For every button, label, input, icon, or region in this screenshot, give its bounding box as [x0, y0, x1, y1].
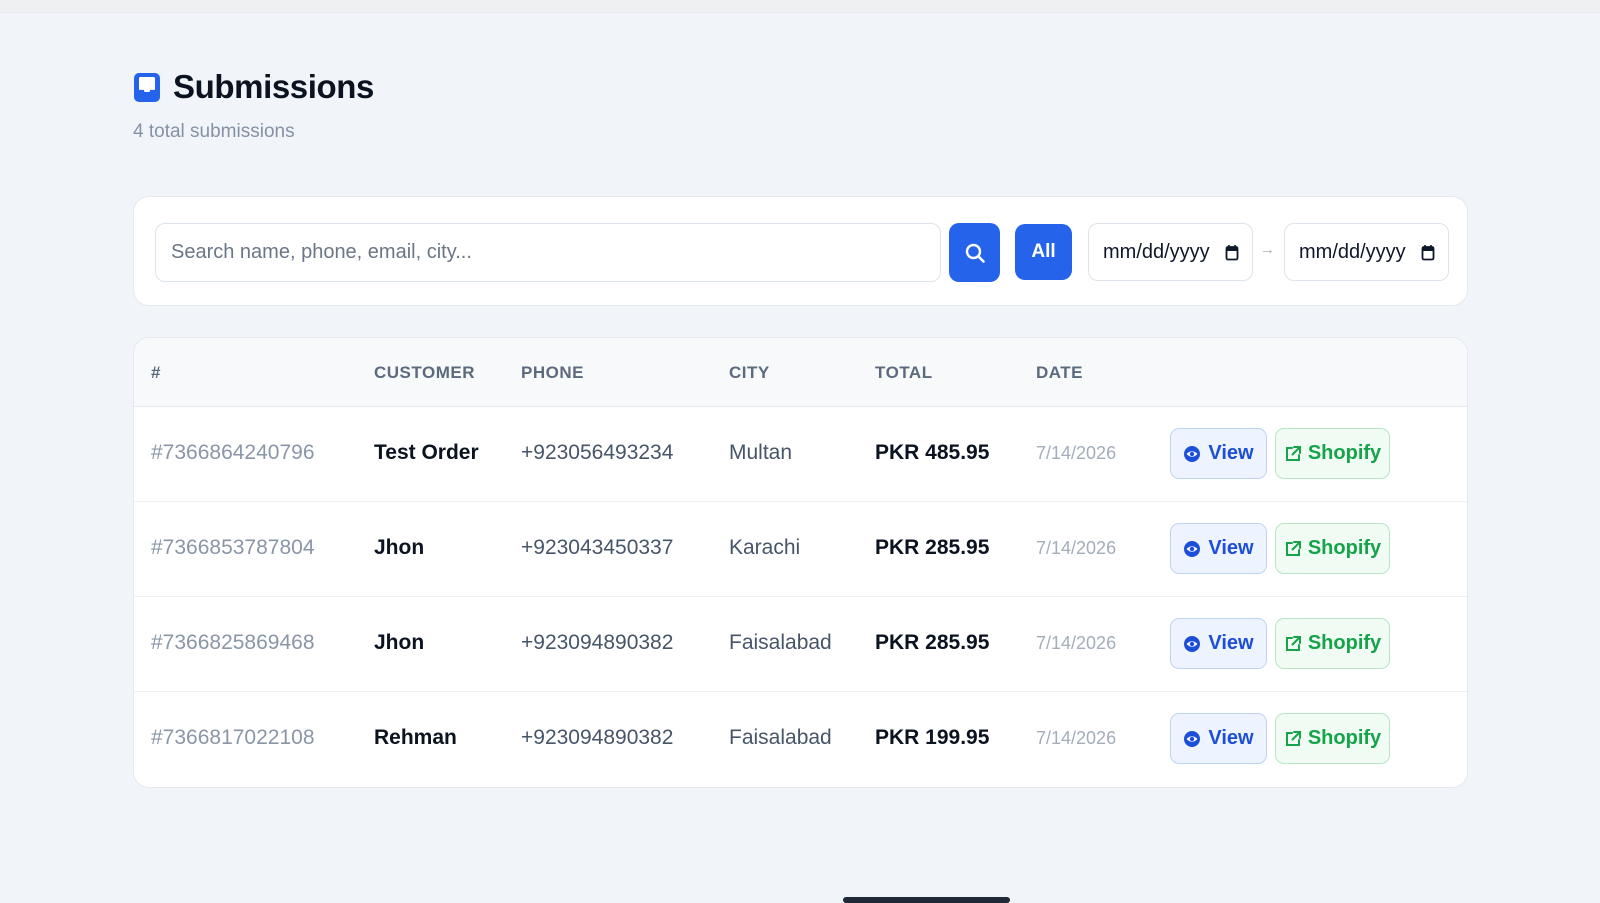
shopify-button[interactable]: Shopify — [1275, 713, 1390, 764]
order-date: 7/14/2026 — [1036, 538, 1117, 558]
view-button[interactable]: View — [1170, 428, 1267, 479]
table-row: #7366817022108 Rehman +923094890382 Fais… — [134, 692, 1467, 787]
phone-number: +923094890382 — [521, 631, 674, 654]
view-label: View — [1208, 727, 1254, 749]
submissions-table: # CUSTOMER PHONE CITY TOTAL DATE #736686… — [133, 337, 1468, 788]
order-total: PKR 485.95 — [875, 441, 990, 464]
search-icon — [965, 243, 985, 263]
external-link-icon — [1285, 730, 1301, 746]
shopify-label: Shopify — [1307, 442, 1382, 464]
date-range-separator: → — [1260, 241, 1275, 258]
view-label: View — [1208, 442, 1254, 464]
order-date: 7/14/2026 — [1036, 443, 1117, 463]
city: Faisalabad — [729, 726, 832, 749]
eye-icon — [1184, 730, 1201, 747]
view-label: View — [1208, 632, 1254, 654]
column-header-date: DATE — [1036, 363, 1084, 382]
search-input[interactable] — [155, 223, 941, 282]
eye-icon — [1184, 635, 1201, 652]
table-row: #7366853787804 Jhon +923043450337 Karach… — [134, 502, 1467, 597]
order-total: PKR 285.95 — [875, 536, 990, 559]
order-id[interactable]: #7366825869468 — [151, 631, 315, 655]
submissions-page: Submissions 4 total submissions All mm/d… — [133, 66, 1468, 788]
city: Karachi — [729, 536, 801, 559]
top-strip — [0, 0, 1600, 13]
table-row: #7366864240796 Test Order +923056493234 … — [134, 407, 1467, 502]
order-date: 7/14/2026 — [1036, 728, 1117, 748]
date-from-value: mm/dd/yyyy — [1103, 240, 1210, 263]
external-link-icon — [1285, 445, 1301, 461]
view-button[interactable]: View — [1170, 618, 1267, 669]
customer-name: Rehman — [374, 726, 457, 749]
column-header-total: TOTAL — [875, 363, 933, 382]
order-id[interactable]: #7366853787804 — [151, 536, 315, 560]
external-link-icon — [1285, 635, 1301, 651]
order-date: 7/14/2026 — [1036, 633, 1117, 653]
shopify-button[interactable]: Shopify — [1275, 428, 1390, 479]
phone-number: +923094890382 — [521, 726, 674, 749]
date-from-input[interactable]: mm/dd/yyyy — [1088, 223, 1253, 281]
order-total: PKR 199.95 — [875, 726, 990, 749]
page-header: Submissions — [133, 66, 1468, 108]
view-button[interactable]: View — [1170, 713, 1267, 764]
filter-bar: All mm/dd/yyyy → mm/dd/yyyy — [133, 196, 1468, 306]
external-link-icon — [1285, 540, 1301, 556]
order-id[interactable]: #7366864240796 — [151, 441, 315, 465]
shopify-button[interactable]: Shopify — [1275, 618, 1390, 669]
inbox-icon — [133, 70, 161, 104]
customer-name: Test Order — [374, 441, 479, 464]
filter-all-button[interactable]: All — [1015, 224, 1072, 280]
shopify-label: Shopify — [1307, 632, 1382, 654]
date-to-value: mm/dd/yyyy — [1299, 240, 1406, 263]
customer-name: Jhon — [374, 536, 425, 559]
phone-number: +923043450337 — [521, 536, 674, 559]
submission-count: 4 total submissions — [133, 121, 295, 142]
city: Faisalabad — [729, 631, 832, 654]
view-button[interactable]: View — [1170, 523, 1267, 574]
date-to-input[interactable]: mm/dd/yyyy — [1284, 223, 1449, 281]
column-header-phone: PHONE — [521, 363, 584, 382]
table-header: # CUSTOMER PHONE CITY TOTAL DATE — [134, 338, 1467, 407]
customer-name: Jhon — [374, 631, 425, 654]
column-header-number: # — [151, 363, 161, 382]
table-row: #7366825869468 Jhon +923094890382 Faisal… — [134, 597, 1467, 692]
column-header-city: CITY — [729, 363, 770, 382]
calendar-icon[interactable] — [1421, 244, 1435, 261]
page-title: Submissions — [173, 68, 374, 105]
shopify-label: Shopify — [1307, 727, 1382, 749]
column-header-customer: CUSTOMER — [374, 363, 475, 382]
view-label: View — [1208, 537, 1254, 559]
eye-icon — [1184, 540, 1201, 557]
search-button[interactable] — [949, 223, 1000, 282]
shopify-label: Shopify — [1307, 537, 1382, 559]
phone-number: +923056493234 — [521, 441, 674, 464]
shopify-button[interactable]: Shopify — [1275, 523, 1390, 574]
calendar-icon[interactable] — [1225, 244, 1239, 261]
bottom-bar — [843, 897, 1010, 903]
city: Multan — [729, 441, 793, 464]
order-total: PKR 285.95 — [875, 631, 990, 654]
order-id[interactable]: #7366817022108 — [151, 726, 315, 750]
eye-icon — [1184, 445, 1201, 462]
